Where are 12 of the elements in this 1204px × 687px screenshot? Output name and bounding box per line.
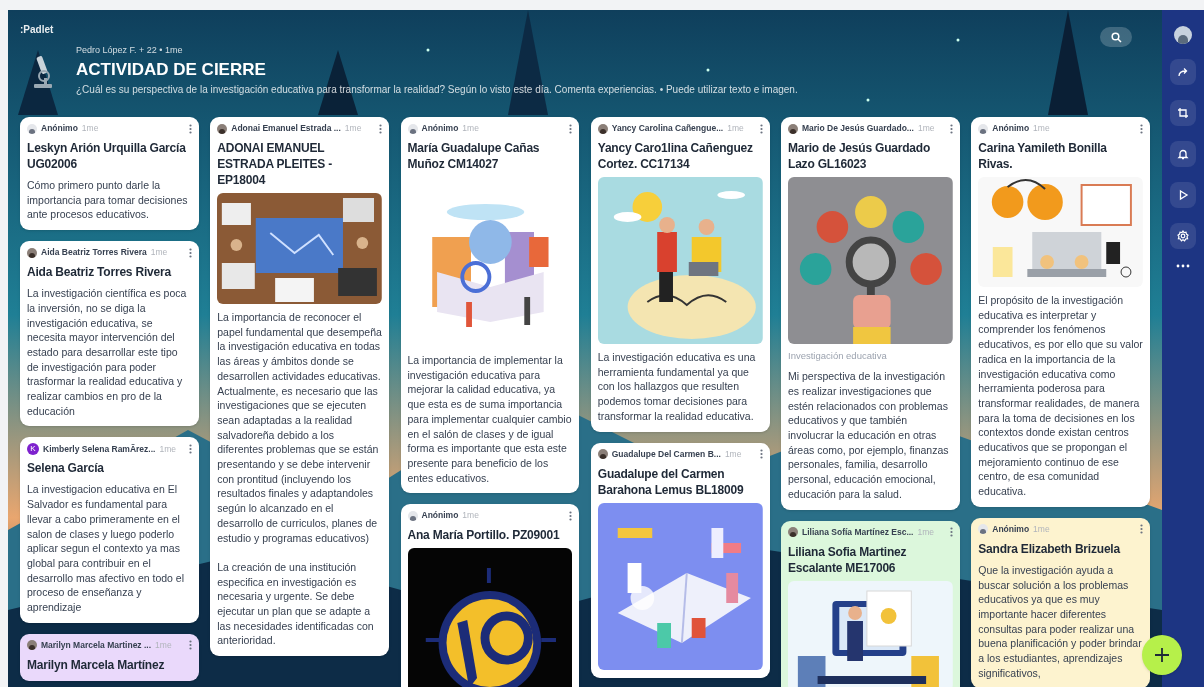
share-button[interactable] xyxy=(1170,59,1196,85)
crop-icon xyxy=(1177,107,1189,119)
more-icon[interactable] xyxy=(1176,264,1190,268)
settings-button[interactable] xyxy=(1170,223,1196,249)
crop-button[interactable] xyxy=(1170,100,1196,126)
notifications-button[interactable] xyxy=(1170,141,1196,167)
play-button[interactable] xyxy=(1170,182,1196,208)
avatar-icon[interactable] xyxy=(1174,26,1192,44)
play-icon xyxy=(1177,189,1189,201)
settings-icon xyxy=(1177,230,1189,242)
bell-icon xyxy=(1177,148,1189,160)
share-icon xyxy=(1177,66,1189,78)
